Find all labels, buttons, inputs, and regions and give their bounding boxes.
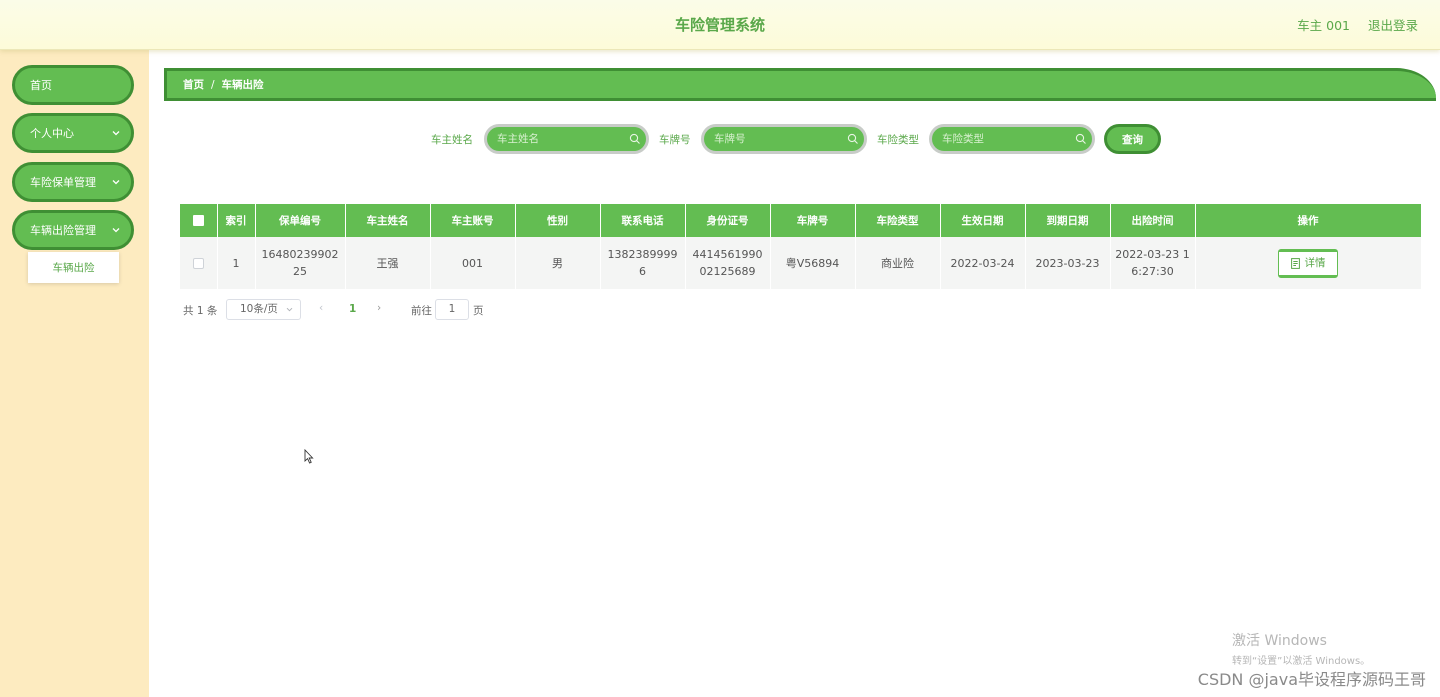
- user-area: 车主 001 退出登录: [1297, 15, 1418, 34]
- sidebar-item-label: 个人中心: [30, 127, 74, 140]
- goto-label: 前往: [411, 305, 432, 317]
- chevron-down-icon: [286, 307, 293, 312]
- table-row: 1 1648023990225 王强 001 男 13823899996 441…: [180, 237, 1422, 289]
- goto-page-unit: 页: [473, 305, 484, 317]
- app-title: 车险管理系统: [674, 16, 765, 34]
- cell-insurance-type: 商业险: [855, 237, 941, 289]
- breadcrumb-current: 车辆出险: [221, 79, 264, 91]
- search-icon: [847, 133, 858, 144]
- column-header: 车牌号: [770, 204, 856, 237]
- cell-policy-no: 1648023990225: [255, 237, 346, 289]
- owner-name-input[interactable]: [497, 133, 646, 145]
- prev-page-button[interactable]: ‹: [319, 302, 323, 314]
- query-button[interactable]: 查询: [1104, 124, 1161, 154]
- column-header: 车险类型: [855, 204, 941, 237]
- top-header: 车险管理系统 车主 001 退出登录: [0, 0, 1440, 50]
- sidebar-item-personal-center[interactable]: 个人中心: [12, 113, 134, 153]
- detail-button[interactable]: 详情: [1278, 248, 1338, 278]
- cell-incident-time: 2022-03-23 16:27:30: [1110, 237, 1196, 289]
- cell-id-no: 441456199002125689: [685, 237, 771, 289]
- cell-phone: 13823899996: [600, 237, 686, 289]
- column-header: 索引: [217, 204, 256, 237]
- sidebar-item-label: 车险保单管理: [30, 176, 96, 189]
- insurance-type-input[interactable]: [942, 133, 1092, 145]
- search-icon: [629, 133, 640, 144]
- page-size-value: 10条/页: [240, 303, 278, 315]
- cell-account: 001: [430, 237, 516, 289]
- insurance-type-label: 车险类型: [877, 134, 919, 146]
- cell-end-date: 2023-03-23: [1025, 237, 1111, 289]
- chevron-up-icon: [112, 228, 120, 233]
- column-header: 身份证号: [685, 204, 771, 237]
- plate-label: 车牌号: [659, 134, 691, 146]
- sidebar: 首页 个人中心 车险保单管理 车辆出险管理: [0, 50, 149, 697]
- sidebar-item-policy-management[interactable]: 车险保单管理: [12, 162, 134, 202]
- breadcrumb: 首页 / 车辆出险: [164, 68, 1436, 101]
- column-header: 车主姓名: [345, 204, 431, 237]
- column-header: 到期日期: [1025, 204, 1111, 237]
- sidebar-item-label: 车辆出险管理: [30, 224, 96, 237]
- sidebar-item-label: 首页: [30, 79, 52, 92]
- search-icon: [1075, 133, 1086, 144]
- column-header: 出险时间: [1110, 204, 1196, 237]
- row-checkbox[interactable]: [180, 237, 218, 289]
- cell-plate: 粤V56894: [770, 237, 856, 289]
- cell-gender: 男: [515, 237, 601, 289]
- table-header-row: 索引 保单编号 车主姓名 车主账号 性别 联系电话 身份证号 车牌号 车险类型 …: [180, 204, 1422, 237]
- chevron-down-icon: [112, 180, 120, 185]
- chevron-down-icon: [112, 131, 120, 136]
- mouse-cursor-icon: [304, 449, 314, 464]
- column-header: 性别: [515, 204, 601, 237]
- goto-page-input[interactable]: 1: [435, 299, 469, 320]
- activate-title: 激活 Windows: [1232, 633, 1327, 649]
- detail-button-label: 详情: [1304, 256, 1326, 269]
- windows-activation-watermark: 激活 Windows 转到“设置”以激活 Windows。: [1232, 630, 1370, 667]
- incident-table: 索引 保单编号 车主姓名 车主账号 性别 联系电话 身份证号 车牌号 车险类型 …: [180, 204, 1422, 289]
- next-page-button[interactable]: ›: [377, 302, 381, 314]
- username-link[interactable]: 车主 001: [1297, 15, 1350, 34]
- page-size-select[interactable]: 10条/页: [226, 299, 301, 320]
- cell-owner: 王强: [345, 237, 431, 289]
- page-number[interactable]: 1: [349, 303, 356, 315]
- logout-link[interactable]: 退出登录: [1368, 15, 1418, 34]
- column-header: 联系电话: [600, 204, 686, 237]
- plate-field[interactable]: [701, 124, 867, 154]
- activate-subtitle: 转到“设置”以激活 Windows。: [1232, 656, 1371, 667]
- cell-index: 1: [217, 237, 256, 289]
- owner-name-field[interactable]: [484, 124, 649, 154]
- plate-input[interactable]: [714, 133, 864, 145]
- sidebar-item-incident-management[interactable]: 车辆出险管理: [12, 210, 134, 250]
- owner-name-label: 车主姓名: [431, 134, 473, 146]
- insurance-type-field[interactable]: [929, 124, 1095, 154]
- cell-actions: 详情: [1195, 237, 1422, 289]
- column-header: 生效日期: [940, 204, 1026, 237]
- document-icon: [1290, 257, 1300, 269]
- sidebar-item-home[interactable]: 首页: [12, 65, 134, 105]
- select-all-checkbox[interactable]: [180, 204, 218, 237]
- column-header: 保单编号: [255, 204, 346, 237]
- column-header: 操作: [1195, 204, 1422, 237]
- submenu-item-vehicle-incident[interactable]: 车辆出险: [28, 252, 119, 283]
- cell-start-date: 2022-03-24: [940, 237, 1026, 289]
- column-header: 车主账号: [430, 204, 516, 237]
- breadcrumb-home[interactable]: 首页: [183, 77, 204, 92]
- breadcrumb-separator: /: [211, 78, 215, 91]
- pagination-total: 共 1 条: [183, 305, 218, 317]
- csdn-watermark: CSDN @java毕设程序源码王哥: [1197, 670, 1426, 689]
